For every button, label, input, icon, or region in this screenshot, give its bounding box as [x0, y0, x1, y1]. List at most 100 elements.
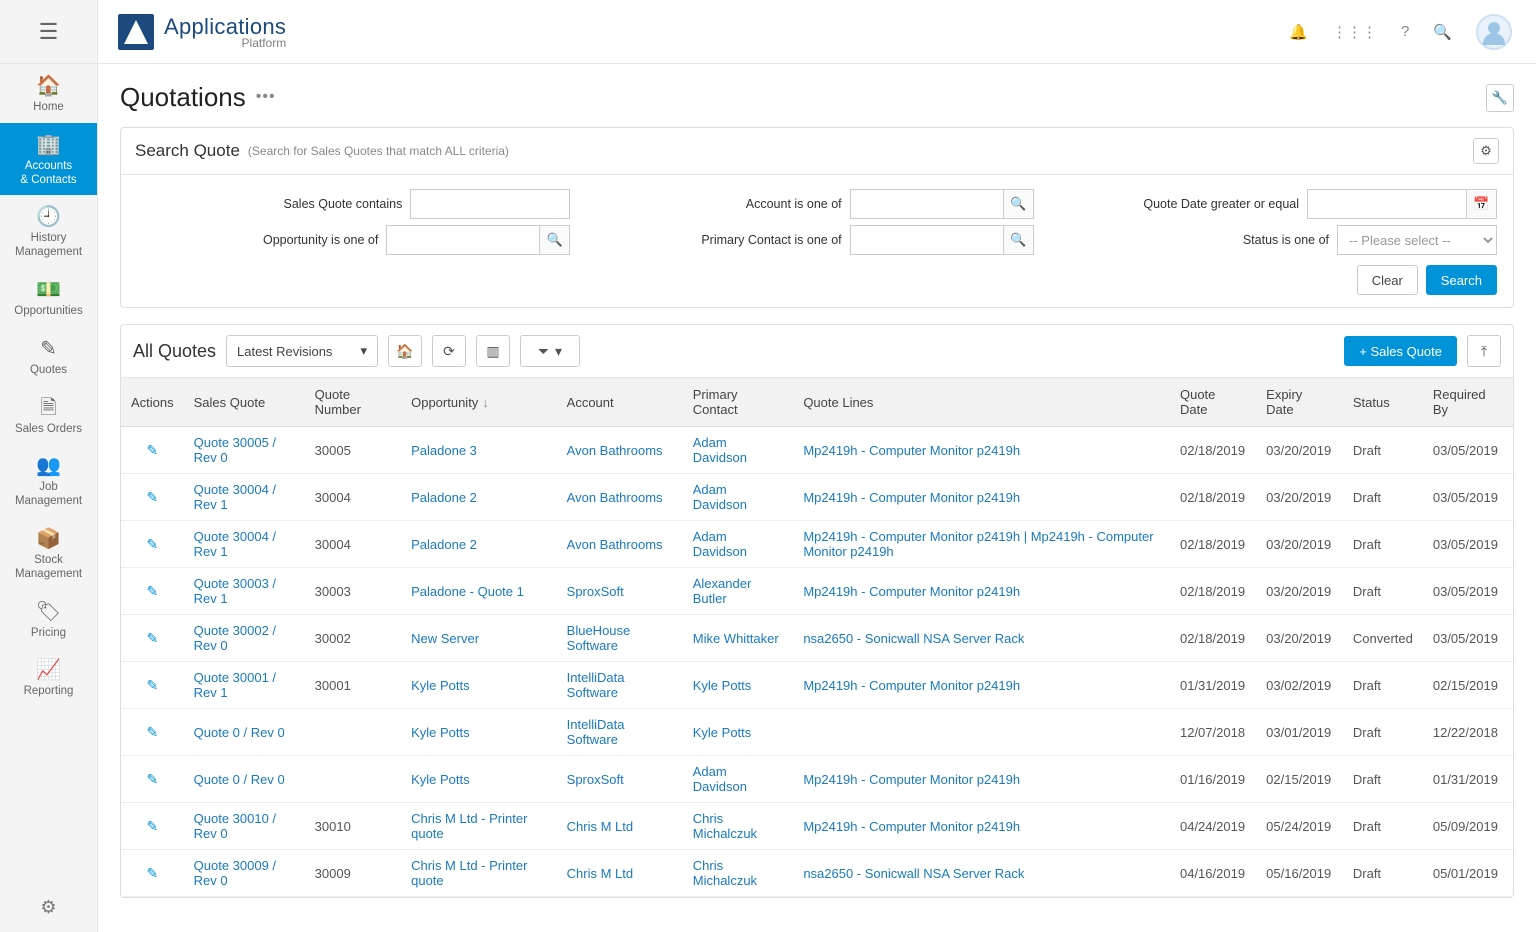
menu-toggle-icon[interactable]: ☰ — [39, 19, 59, 45]
primary-contact-link[interactable]: Chris Michalczuk — [693, 858, 757, 888]
sales-quote-link[interactable]: Quote 30004 / Rev 1 — [194, 529, 276, 559]
account-link[interactable]: Avon Bathrooms — [567, 537, 663, 552]
th-quote-date[interactable]: Quote Date — [1170, 378, 1256, 427]
input-opportunity[interactable] — [386, 225, 540, 255]
quote-lines-link[interactable]: Mp2419h - Computer Monitor p2419h — [803, 490, 1020, 505]
search-panel-gear-icon[interactable]: ⚙ — [1473, 138, 1499, 164]
opportunity-link[interactable]: Kyle Potts — [411, 772, 470, 787]
opportunity-link[interactable]: Kyle Potts — [411, 678, 470, 693]
opportunity-link[interactable]: Paladone 3 — [411, 443, 477, 458]
th-primary-contact[interactable]: Primary Contact — [683, 378, 794, 427]
edit-icon[interactable]: ✎ — [146, 583, 158, 599]
account-link[interactable]: IntelliData Software — [567, 717, 625, 747]
nav-job-management[interactable]: 👥Job Management — [0, 444, 97, 517]
th-sales-quote[interactable]: Sales Quote — [184, 378, 305, 427]
sales-quote-link[interactable]: Quote 30009 / Rev 0 — [194, 858, 276, 888]
nav-pricing[interactable]: 🏷Pricing — [0, 590, 97, 649]
toolbar-refresh-button[interactable]: ⟳ — [432, 335, 466, 367]
toolbar-filter-button[interactable]: ⏷▾ — [520, 335, 580, 367]
apps-grid-icon[interactable]: ⋮⋮⋮ — [1332, 23, 1377, 41]
edit-icon[interactable]: ✎ — [146, 536, 158, 552]
primary-contact-link[interactable]: Adam Davidson — [693, 482, 747, 512]
edit-icon[interactable]: ✎ — [146, 630, 158, 646]
calendar-icon[interactable]: 📅 — [1467, 189, 1497, 219]
notifications-icon[interactable]: 🔔 — [1289, 23, 1308, 41]
quote-lines-link[interactable]: Mp2419h - Computer Monitor p2419h — [803, 584, 1020, 599]
edit-icon[interactable]: ✎ — [146, 489, 158, 505]
edit-icon[interactable]: ✎ — [146, 724, 158, 740]
primary-contact-link[interactable]: Adam Davidson — [693, 529, 747, 559]
account-link[interactable]: Avon Bathrooms — [567, 443, 663, 458]
quote-lines-link[interactable]: Mp2419h - Computer Monitor p2419h — [803, 819, 1020, 834]
page-config-button[interactable]: 🔧 — [1486, 84, 1514, 112]
quote-lines-link[interactable]: Mp2419h - Computer Monitor p2419h — [803, 772, 1020, 787]
primary-contact-link[interactable]: Kyle Potts — [693, 678, 752, 693]
account-link[interactable]: SproxSoft — [567, 584, 624, 599]
nav-reporting[interactable]: 📈Reporting — [0, 648, 97, 707]
th-opportunity[interactable]: Opportunity↓ — [401, 378, 557, 427]
edit-icon[interactable]: ✎ — [146, 865, 158, 881]
th-quote-number[interactable]: Quote Number — [305, 378, 401, 427]
search-icon[interactable]: 🔍 — [1433, 23, 1452, 41]
edit-icon[interactable]: ✎ — [146, 677, 158, 693]
page-title-more-icon[interactable]: ••• — [256, 88, 276, 108]
account-link[interactable]: Chris M Ltd — [567, 866, 633, 881]
quote-lines-link[interactable]: nsa2650 - Sonicwall NSA Server Rack — [803, 631, 1024, 646]
quote-lines-link[interactable]: Mp2419h - Computer Monitor p2419h | Mp24… — [803, 529, 1153, 559]
account-link[interactable]: SproxSoft — [567, 772, 624, 787]
sales-quote-link[interactable]: Quote 30010 / Rev 0 — [194, 811, 276, 841]
sales-quote-link[interactable]: Quote 0 / Rev 0 — [194, 772, 285, 787]
account-link[interactable]: Chris M Ltd — [567, 819, 633, 834]
toolbar-home-button[interactable]: 🏠 — [388, 335, 422, 367]
th-account[interactable]: Account — [557, 378, 683, 427]
avatar[interactable] — [1476, 14, 1512, 50]
primary-contact-link[interactable]: Mike Whittaker — [693, 631, 779, 646]
th-quote-lines[interactable]: Quote Lines — [793, 378, 1170, 427]
opportunity-link[interactable]: Chris M Ltd - Printer quote — [411, 858, 527, 888]
nav-stock-management[interactable]: 📦Stock Management — [0, 517, 97, 590]
input-sales-quote-contains[interactable] — [410, 189, 570, 219]
sales-quote-link[interactable]: Quote 30005 / Rev 0 — [194, 435, 276, 465]
input-account[interactable] — [850, 189, 1004, 219]
new-sales-quote-button[interactable]: + Sales Quote — [1344, 336, 1457, 366]
th-expiry-date[interactable]: Expiry Date — [1256, 378, 1343, 427]
th-required-by[interactable]: Required By — [1423, 378, 1513, 427]
sales-quote-link[interactable]: Quote 30004 / Rev 1 — [194, 482, 276, 512]
quote-lines-link[interactable]: Mp2419h - Computer Monitor p2419h — [803, 443, 1020, 458]
th-actions[interactable]: Actions — [121, 378, 184, 427]
select-status[interactable]: -- Please select -- — [1337, 225, 1497, 255]
sales-quote-link[interactable]: Quote 30002 / Rev 0 — [194, 623, 276, 653]
help-icon[interactable]: ? — [1401, 23, 1409, 40]
nav-sales-orders[interactable]: 🗎Sales Orders — [0, 386, 97, 445]
sales-quote-link[interactable]: Quote 0 / Rev 0 — [194, 725, 285, 740]
opportunity-link[interactable]: Paladone - Quote 1 — [411, 584, 524, 599]
nav-accounts-contacts[interactable]: 🏢Accounts & Contacts — [0, 123, 97, 196]
nav-quotes[interactable]: ✎Quotes — [0, 327, 97, 386]
opportunity-link[interactable]: New Server — [411, 631, 479, 646]
quote-lines-link[interactable]: nsa2650 - Sonicwall NSA Server Rack — [803, 866, 1024, 881]
quote-lines-link[interactable]: Mp2419h - Computer Monitor p2419h — [803, 678, 1020, 693]
sales-quote-link[interactable]: Quote 30003 / Rev 1 — [194, 576, 276, 606]
primary-contact-link[interactable]: Chris Michalczuk — [693, 811, 757, 841]
nav-history-management[interactable]: 🕘History Management — [0, 195, 97, 268]
revision-filter-dropdown[interactable]: Latest Revisions ▾ — [226, 335, 378, 367]
clear-button[interactable]: Clear — [1357, 265, 1418, 295]
lookup-contact-icon[interactable]: 🔍 — [1004, 225, 1034, 255]
primary-contact-link[interactable]: Kyle Potts — [693, 725, 752, 740]
account-link[interactable]: Avon Bathrooms — [567, 490, 663, 505]
toolbar-columns-button[interactable]: ▥ — [476, 335, 510, 367]
toolbar-export-button[interactable]: ⤒ — [1467, 335, 1501, 367]
opportunity-link[interactable]: Paladone 2 — [411, 490, 477, 505]
primary-contact-link[interactable]: Adam Davidson — [693, 764, 747, 794]
nav-opportunities[interactable]: 💵Opportunities — [0, 268, 97, 327]
sales-quote-link[interactable]: Quote 30001 / Rev 1 — [194, 670, 276, 700]
edit-icon[interactable]: ✎ — [146, 771, 158, 787]
edit-icon[interactable]: ✎ — [146, 818, 158, 834]
opportunity-link[interactable]: Kyle Potts — [411, 725, 470, 740]
account-link[interactable]: IntelliData Software — [567, 670, 625, 700]
th-status[interactable]: Status — [1343, 378, 1423, 427]
edit-icon[interactable]: ✎ — [146, 442, 158, 458]
lookup-opportunity-icon[interactable]: 🔍 — [540, 225, 570, 255]
opportunity-link[interactable]: Paladone 2 — [411, 537, 477, 552]
nav-home[interactable]: 🏠Home — [0, 64, 97, 123]
